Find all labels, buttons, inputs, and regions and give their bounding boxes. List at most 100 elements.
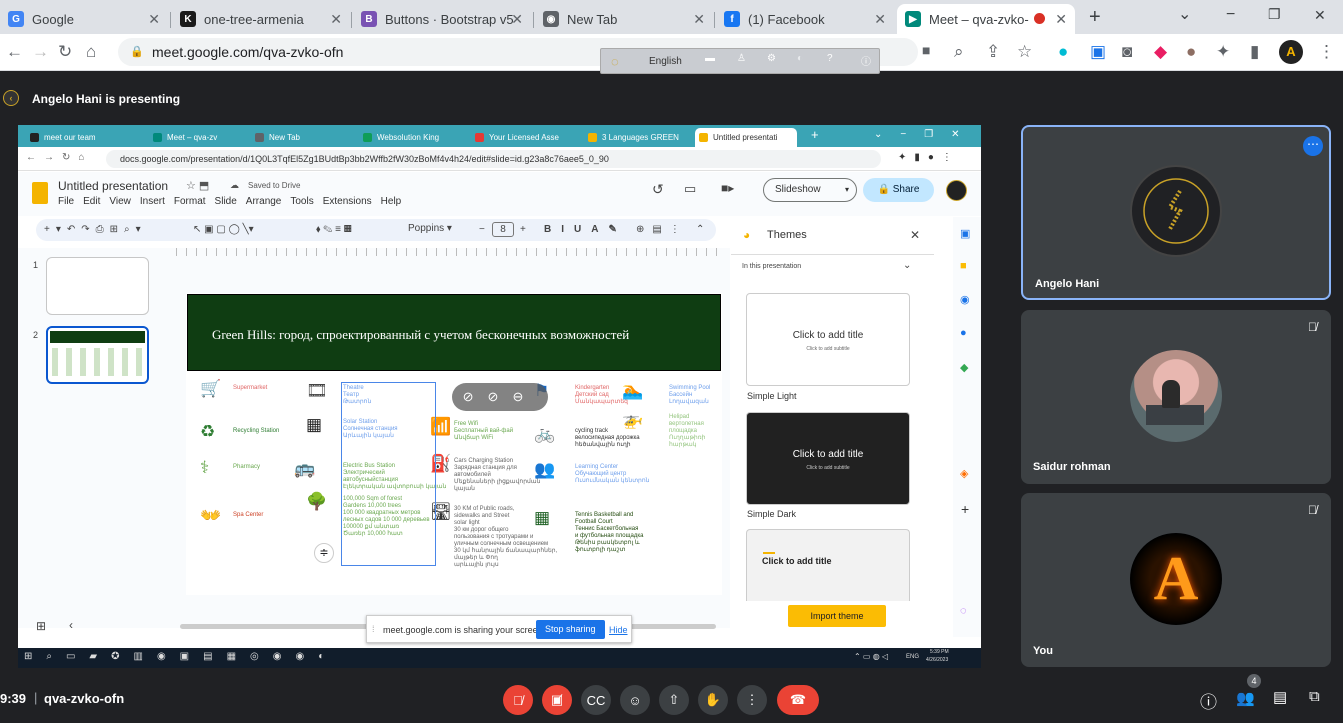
text-fit-icon: ≑ (314, 543, 334, 563)
menu-insert: Insert (139, 196, 165, 207)
item-icon-left-2: ♻ (200, 422, 216, 441)
back-icon[interactable]: ← (6, 42, 23, 62)
addon-icon: ◈ (960, 468, 969, 480)
film-icon: 🎞 (306, 381, 328, 400)
tool-1-icon[interactable]: ▬ (705, 53, 715, 64)
menu-kebab-icon[interactable]: ⋮ (1318, 42, 1335, 62)
stop-sharing-button: Stop sharing (536, 620, 605, 639)
more-vert-icon: ⋮ (745, 692, 759, 707)
captions-button[interactable]: CC (581, 685, 611, 715)
tab-close-icon[interactable]: ✕ (874, 11, 886, 28)
shared-tab-1: meet our team (26, 128, 144, 147)
person-shape (1162, 380, 1180, 408)
shared-tab-strip: meet our team Meet – qva-zv New Tab Websolu… (18, 125, 981, 147)
presenter-banner: ‹ Angelo Hani is presenting (0, 84, 1343, 112)
participant-tile-saidur[interactable]: 🎙̸ Saidur rohman (1021, 310, 1331, 484)
side-panel-icon[interactable]: ▮ (1250, 42, 1259, 62)
forward-icon[interactable]: → (32, 42, 49, 62)
slide-item-label: Helipad вертолетная площадка Ուղղաթիռի հ… (669, 414, 706, 448)
tab-close-icon[interactable]: ✕ (1055, 11, 1067, 28)
meet-video-icon: ■▸ (721, 181, 735, 195)
fire-letter: A (1153, 544, 1199, 613)
meeting-time: 9:39 (0, 691, 27, 706)
theme-dark-sub: Click to add subtitle (806, 465, 850, 471)
theme-card-dark: Click to add title Click to add subtitle (746, 412, 910, 505)
share-icon[interactable]: ⇪ (986, 42, 1000, 62)
more-tools-icon: ⊕▤⋮ (636, 224, 688, 235)
slide-item-label: Free Wifi Бесплатный вай-фай Անվճար WiFi (454, 421, 514, 441)
meet-icon: ▶ (905, 11, 921, 27)
people-icon[interactable]: 👥 (1236, 689, 1255, 707)
tab-title: Meet – qva-zvko- (929, 11, 1029, 27)
zoom-icon[interactable]: ⌕ (954, 42, 964, 62)
font-plus: + (520, 224, 526, 235)
browser-tab-2[interactable]: Kone-tree-armenia ✕ (172, 4, 350, 34)
browser-tab-3[interactable]: B Buttons · Bootstrap v5 ✕ (353, 4, 531, 34)
leave-call-button[interactable]: ☎ (777, 685, 819, 715)
participant-tile-angelo[interactable]: ⋯ Angelo Hani (1021, 125, 1331, 300)
profile-avatar[interactable]: A (1279, 40, 1303, 64)
shared-tab-2: Meet – qva-zv (149, 128, 246, 147)
tab-close-icon[interactable]: ✕ (330, 11, 342, 28)
info-icon[interactable]: ⓘ (861, 53, 871, 68)
browser-tab-6[interactable]: ▶ Meet – qva-zvko- ✕ (897, 4, 1075, 34)
more-options-button[interactable]: ⋮ (737, 685, 767, 715)
reload-icon[interactable]: ↻ (58, 42, 72, 62)
camera-icon[interactable]: ■ (922, 42, 930, 58)
keep-icon: ■ (960, 260, 967, 272)
slideshow-dropdown-icon: ▾ (844, 185, 849, 194)
chat-icon[interactable]: ▤ (1273, 688, 1287, 706)
hang-up-icon: ☎ (789, 692, 807, 707)
info-icon[interactable]: ⓘ (1200, 688, 1217, 713)
cookie-icon[interactable]: ● (1186, 42, 1196, 62)
theme-stream-title: Click to add title (762, 556, 832, 566)
home-icon[interactable]: ⌂ (86, 42, 96, 62)
close-window-button[interactable]: ✕ (1314, 7, 1326, 24)
shared-tab-title: New Tab (269, 133, 300, 142)
tool-3-icon[interactable]: ◐ (797, 53, 803, 64)
tool-2-icon[interactable]: ♙ (737, 53, 746, 64)
extensions-puzzle-icon[interactable]: ✦ (1216, 42, 1230, 62)
raise-hand-button[interactable]: ✋ (698, 685, 728, 715)
browser-tab-strip: G Google ✕ Kone-tree-armenia ✕ B Buttons · Boo… (0, 0, 1343, 34)
maximize-button[interactable]: ❐ (1268, 6, 1281, 23)
camera-toggle-button[interactable]: ▣̸ (542, 685, 572, 715)
shared-tab-title: meet our team (44, 133, 96, 142)
new-tab-button[interactable]: + (1089, 6, 1101, 29)
browser-tab-1[interactable]: G Google ✕ (0, 4, 168, 34)
solar-panel-icon: ▦ (306, 415, 323, 434)
mic-off-icon: 🎙̸ (1308, 503, 1317, 517)
mic-toggle-button[interactable]: 🎙̸ (503, 685, 533, 715)
participant-tile-you[interactable]: 🎙̸ A You (1021, 493, 1331, 667)
tab-close-icon[interactable]: ✕ (693, 11, 705, 28)
extension-2-icon[interactable]: ▣ (1090, 42, 1106, 62)
shared-tab-5: Your Licensed Asse (471, 128, 579, 147)
extension-4-icon[interactable]: ◆ (1154, 42, 1167, 62)
shared-tab-6: 3 Languages GREEN (584, 128, 690, 147)
camera-off-icon: ▣̸ (550, 692, 564, 707)
presenter-icon: ‹ (3, 90, 19, 106)
bookmark-star-icon[interactable]: ☆ (1017, 42, 1032, 62)
toolbar-icons-left: +▾↶↷⎙⊞⌕▾ (44, 224, 147, 235)
tile-options-icon[interactable]: ⋯ (1303, 136, 1323, 156)
tab-search-icon[interactable]: ⌄ (1178, 4, 1191, 24)
settings-gear-icon[interactable]: ⚙ (767, 53, 776, 64)
activities-icon[interactable]: ⧉ (1309, 688, 1320, 705)
reactions-button[interactable]: ☺ (620, 685, 650, 715)
browser-tab-4[interactable]: ◉ New Tab ✕ (535, 4, 713, 34)
language-label[interactable]: English (649, 56, 682, 67)
font-select: Poppins ▾ (408, 223, 452, 234)
tab-close-icon[interactable]: ✕ (148, 11, 160, 28)
grid-view-icon: ⊞ (36, 619, 47, 633)
tab-close-icon[interactable]: ✕ (511, 11, 523, 28)
minimize-button[interactable]: − (1226, 6, 1235, 24)
menu-help: Help (380, 196, 402, 207)
present-button[interactable]: ⇧ (659, 685, 689, 715)
extension-3-icon[interactable]: ◙ (1122, 42, 1132, 62)
google-icon: G (8, 11, 24, 27)
extension-1-icon[interactable]: ● (1058, 42, 1068, 62)
presenting-text: Angelo Hani is presenting (32, 92, 181, 106)
menu-slide: Slide (214, 196, 237, 207)
help-icon[interactable]: ? (827, 53, 833, 64)
browser-tab-5[interactable]: f (1) Facebook ✕ (716, 4, 894, 34)
